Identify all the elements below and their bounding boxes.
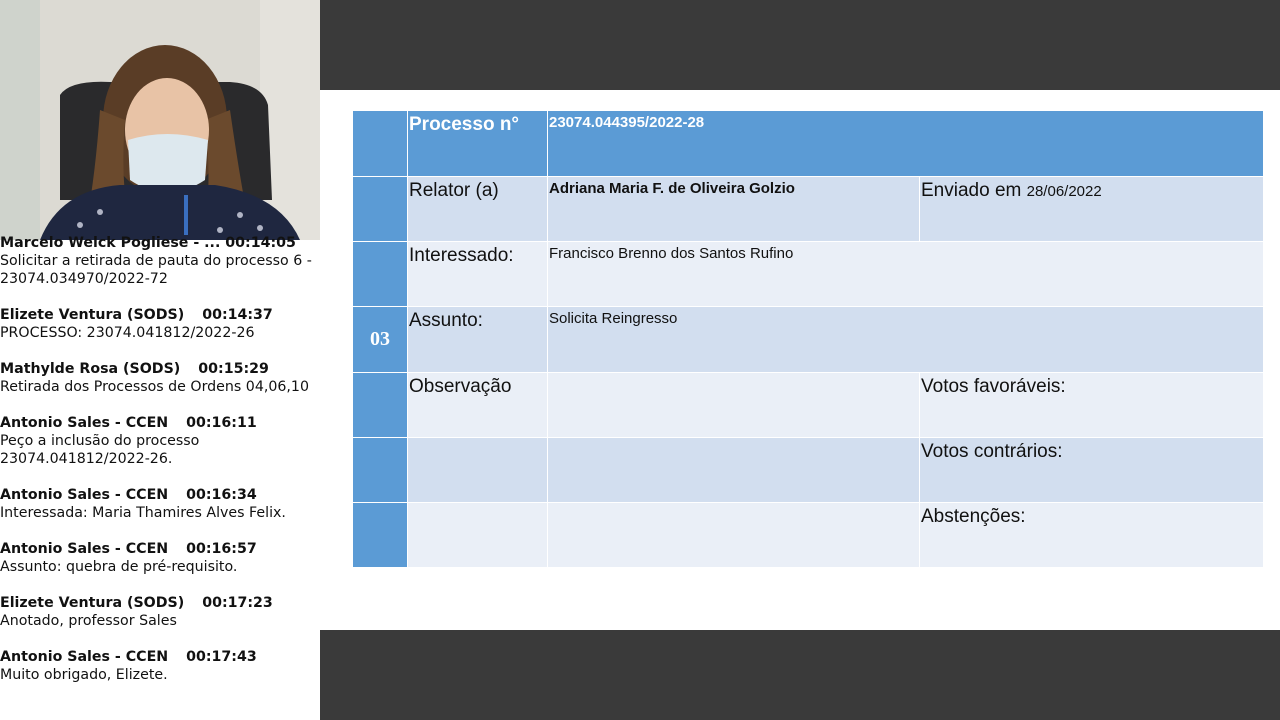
chat-message-text: Retirada dos Processos de Ordens 04,06,1… [0,379,309,395]
empty-cell [547,501,920,569]
chat-time: 00:17:43 [186,649,257,665]
interessado-value: Francisco Brenno dos Santos Rufino [547,241,1264,308]
assunto-value: Solicita Reingresso [547,306,1264,373]
votos-favoraveis-label: Votos favoráveis: [919,371,1264,438]
number-cell [352,176,408,243]
number-cell [352,436,408,503]
presentation-slide: Processo n° 23074.044395/2022-28 Relator… [320,90,1280,630]
chat-message-header: Antonio Sales - CCEN 00:16:57 [0,540,320,558]
chat-message-header: Elizete Ventura (SODS) 00:17:23 [0,594,320,612]
relator-label: Relator (a) [407,176,548,243]
shared-screen: Processo n° 23074.044395/2022-28 Relator… [320,0,1280,720]
process-value: 23074.044395/2022-28 [547,109,1264,178]
chat-time: 00:16:11 [186,415,257,431]
abstencoes-label: Abstenções: [919,501,1264,569]
number-cell [352,109,408,178]
empty-cell [407,436,548,503]
number-cell [352,371,408,438]
chat-sender: Antonio Sales - CCEN [0,541,169,557]
chat-message-header: Antonio Sales - CCEN 00:16:11 [0,414,320,432]
item-number: 03 [352,306,408,373]
left-panel: Marcelo Welck Pogliese - ... 00:14:05 So… [0,0,320,720]
chat-message: Antonio Sales - CCEN 00:16:11 Peço a incl… [0,414,320,468]
chat-sender: Elizete Ventura (SODS) [0,595,185,611]
interessado-label: Interessado: [407,241,548,308]
table-row-interessado: Interessado: Francisco Brenno dos Santos… [352,241,1264,308]
votos-contrarios-label: Votos contrários: [919,436,1264,503]
empty-cell [547,436,920,503]
chat-sender: Elizete Ventura (SODS) [0,307,185,323]
sent-cell: Enviado em 28/06/2022 [919,176,1264,243]
table-row-abstencoes: Abstenções: [352,501,1264,569]
process-table: Processo n° 23074.044395/2022-28 Relator… [352,109,1264,569]
chat-message-header: Antonio Sales - CCEN 00:17:43 [0,648,320,666]
chat-time: 00:17:23 [202,595,273,611]
table-row-votos-contrarios: Votos contrários: [352,436,1264,503]
sent-date: 28/06/2022 [1026,183,1102,201]
empty-cell [407,501,548,569]
chat-message-text: Muito obrigado, Elizete. [0,667,168,683]
chat-time: 00:16:57 [186,541,257,557]
chat-message-header: Mathylde Rosa (SODS) 00:15:29 [0,360,320,378]
number-cell [352,501,408,569]
chat-sender: Antonio Sales - CCEN [0,649,169,665]
sent-label: Enviado em [921,180,1022,202]
table-row-assunto: 03 Assunto: Solicita Reingresso [352,306,1264,373]
observacao-label: Observação [407,371,548,438]
chat-message: Antonio Sales - CCEN 00:16:57 Assunto: qu… [0,540,320,576]
chat-message-text: Assunto: quebra de pré-requisito. [0,559,238,575]
chat-time: 00:15:29 [198,361,269,377]
chat-time: 00:14:05 [225,235,296,251]
chat-panel[interactable]: Marcelo Welck Pogliese - ... 00:14:05 So… [0,234,320,720]
chat-message-header: Elizete Ventura (SODS) 00:14:37 [0,306,320,324]
process-label: Processo n° [407,109,548,178]
chat-message-text: Anotado, professor Sales [0,613,177,629]
chat-time: 00:14:37 [202,307,273,323]
chat-message: Marcelo Welck Pogliese - ... 00:14:05 So… [0,234,320,288]
chat-message: Antonio Sales - CCEN 00:17:43 Muito obrig… [0,648,320,684]
relator-value: Adriana Maria F. de Oliveira Golzio [547,176,920,243]
chat-sender: Marcelo Welck Pogliese - ... [0,235,221,251]
chat-message-text: PROCESSO: 23074.041812/2022-26 [0,325,255,341]
table-row-observacao: Observação Votos favoráveis: [352,371,1264,438]
chat-message: Elizete Ventura (SODS) 00:14:37 PROCESSO:… [0,306,320,342]
chat-message-header: Marcelo Welck Pogliese - ... 00:14:05 [0,234,320,252]
chat-sender: Antonio Sales - CCEN [0,487,169,503]
chat-message-text: Interessada: Maria Thamires Alves Felix. [0,505,286,521]
participant-video [0,0,320,240]
chat-time: 00:16:34 [186,487,257,503]
chat-message: Mathylde Rosa (SODS) 00:15:29 Retirada do… [0,360,320,396]
participant-video-frame [0,0,320,240]
chat-message-header: Antonio Sales - CCEN 00:16:34 [0,486,320,504]
number-cell [352,241,408,308]
observacao-value [547,371,920,438]
chat-sender: Antonio Sales - CCEN [0,415,169,431]
table-row-relator: Relator (a) Adriana Maria F. de Oliveira… [352,176,1264,243]
chat-message-text: Peço a inclusão do processo 23074.041812… [0,433,200,467]
chat-message: Elizete Ventura (SODS) 00:17:23 Anotado, … [0,594,320,630]
table-row-processo: Processo n° 23074.044395/2022-28 [352,109,1264,178]
chat-message: Antonio Sales - CCEN 00:16:34 Interessada… [0,486,320,522]
assunto-label: Assunto: [407,306,548,373]
chat-message-text: Solicitar a retirada de pauta do process… [0,253,312,287]
chat-sender: Mathylde Rosa (SODS) [0,361,181,377]
